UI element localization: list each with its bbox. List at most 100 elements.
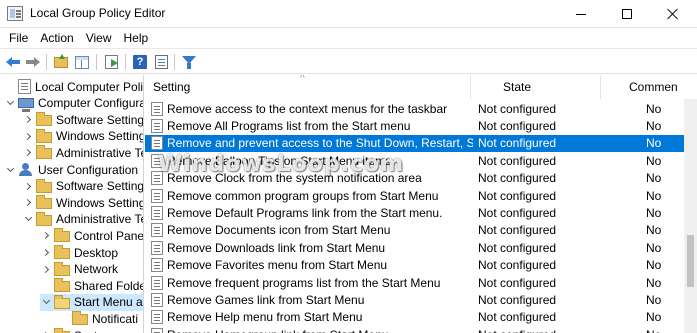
tree-expander[interactable] (40, 261, 52, 278)
policy-setting-icon (151, 223, 163, 238)
toolbar-separator (46, 54, 47, 70)
forward-icon (26, 57, 40, 67)
policy-setting-icon (151, 171, 163, 186)
policy-icon (18, 79, 31, 94)
policy-comment: No (646, 188, 662, 203)
menu-view[interactable]: View (81, 28, 119, 48)
folder-icon (54, 245, 70, 259)
back-icon (6, 57, 20, 67)
tree-item[interactable]: Computer Configura (4, 95, 143, 113)
policy-row[interactable]: Remove Help menu from Start Menu Not conf… (145, 309, 685, 326)
tree-item-label: Network (74, 262, 119, 277)
properties-icon (154, 55, 168, 69)
sort-caret-icon: ^ (300, 75, 305, 84)
tree-item[interactable]: Desktop (40, 244, 118, 261)
tree-expander[interactable] (40, 244, 52, 261)
tree-expander[interactable] (40, 327, 52, 333)
tree-expander[interactable] (40, 294, 52, 311)
menu-action[interactable]: Action (35, 28, 80, 48)
close-button[interactable] (650, 0, 696, 28)
forward-button[interactable] (24, 53, 42, 71)
column-header-setting[interactable]: Setting ^ (145, 75, 471, 99)
tree-item[interactable]: Local Computer Policy (4, 78, 143, 95)
tree-item[interactable]: Control Panel (40, 227, 143, 244)
tree-item[interactable]: Software Settings (22, 111, 143, 128)
tree-item[interactable]: Network (40, 261, 118, 278)
maximize-button[interactable] (604, 0, 650, 28)
policy-row[interactable]: Remove common program groups from Start … (145, 187, 685, 204)
export-list-button[interactable] (102, 53, 120, 71)
policy-row[interactable]: Remove Default Programs link from the St… (145, 204, 685, 221)
column-header-state[interactable]: State (471, 75, 601, 99)
folder-icon (54, 228, 70, 243)
policy-row[interactable]: Remove Documents icon from Start Menu Not… (145, 222, 685, 239)
policy-state: Not configured (478, 136, 557, 151)
filter-button[interactable] (180, 53, 198, 71)
folder-icon (54, 278, 70, 293)
back-button[interactable] (4, 53, 22, 71)
scrollbar-thumb[interactable] (687, 235, 694, 287)
policy-row[interactable]: Remove Downloads link from Start Menu Not… (145, 239, 685, 256)
chevron-right-icon (23, 116, 31, 124)
policy-comment: No (646, 293, 662, 308)
policy-setting-name: Remove access to the context menus for t… (167, 101, 448, 116)
app-icon (7, 6, 23, 21)
policy-comment: No (646, 275, 662, 290)
tree-item[interactable]: User Configuration (4, 161, 138, 178)
menu-bar: File Action View Help (0, 28, 697, 48)
tree-item[interactable]: Windows Setting (22, 194, 143, 211)
up-folder-button[interactable] (52, 53, 70, 71)
tree-item[interactable]: Notificati (58, 310, 138, 327)
policy-state: Not configured (478, 258, 557, 273)
policy-row[interactable]: Remove frequent programs list from the S… (145, 274, 685, 291)
tree-item[interactable]: Shared Folder (40, 277, 143, 294)
minimize-icon (576, 13, 586, 15)
policy-row[interactable]: Remove Games link from Start Menu Not con… (145, 291, 685, 308)
tree-pane[interactable]: Local Computer Policy Computer Configura S… (0, 75, 144, 333)
tree-expander[interactable] (40, 227, 52, 244)
tree-expander[interactable] (22, 144, 34, 161)
vertical-scrollbar[interactable] (684, 99, 697, 333)
computer-icon (18, 98, 34, 113)
policy-setting-icon (151, 310, 163, 325)
properties-button[interactable] (152, 53, 170, 71)
tree-expander[interactable] (22, 194, 34, 211)
tree-item[interactable]: Administrative Te (22, 144, 143, 161)
folder-icon (36, 195, 52, 210)
column-header-comment-label: Commen (629, 80, 678, 94)
tree-item[interactable]: Administrative Te (22, 211, 143, 228)
folder-icon (72, 311, 88, 326)
tree-item[interactable]: Start Menu ar (40, 293, 143, 311)
folder-open-icon (54, 294, 70, 309)
tree-expander[interactable] (22, 211, 34, 228)
folder-icon (54, 261, 70, 276)
policy-row[interactable]: Remove All Programs list from the Start … (145, 117, 685, 134)
help-button[interactable]: ? (131, 53, 149, 71)
policy-row[interactable]: Remove Homegroup link from Start Menu Not… (145, 326, 685, 333)
policy-row[interactable]: Remove Clock from the system notificatio… (145, 170, 685, 187)
tree-expander[interactable] (22, 111, 34, 128)
tree-expander[interactable] (22, 178, 34, 195)
show-hide-tree-button[interactable] (73, 53, 91, 71)
tree-expander[interactable] (22, 128, 34, 145)
window-title: Local Group Policy Editor (30, 6, 166, 20)
policy-setting-name: Remove common program groups from Start … (167, 188, 439, 203)
toolbar-separator (96, 54, 97, 70)
tree-expander[interactable] (4, 95, 16, 112)
menu-help[interactable]: Help (119, 28, 156, 48)
column-header-comment[interactable]: Commen (601, 75, 697, 99)
tree-expander[interactable] (4, 161, 16, 178)
tree-item[interactable]: Software Settings (22, 178, 143, 195)
tree-item[interactable]: System (40, 327, 114, 333)
policy-setting-icon (151, 153, 163, 168)
menu-file[interactable]: File (4, 28, 35, 48)
policy-row[interactable]: Remove Favorites menu from Start Menu Not… (145, 257, 685, 274)
tree-item[interactable]: Windows Setting (22, 128, 143, 145)
policy-row[interactable]: Remove Balloon Tips on Start Menu items N… (145, 152, 685, 169)
policy-setting-name: Remove Games link from Start Menu (167, 293, 365, 308)
minimize-button[interactable] (558, 0, 604, 28)
policy-row[interactable]: Remove access to the context menus for t… (145, 100, 685, 117)
tree-item-label: Notificati (92, 311, 139, 326)
policy-comment: No (646, 258, 662, 273)
policy-row[interactable]: Remove and prevent access to the Shut Do… (145, 134, 685, 153)
